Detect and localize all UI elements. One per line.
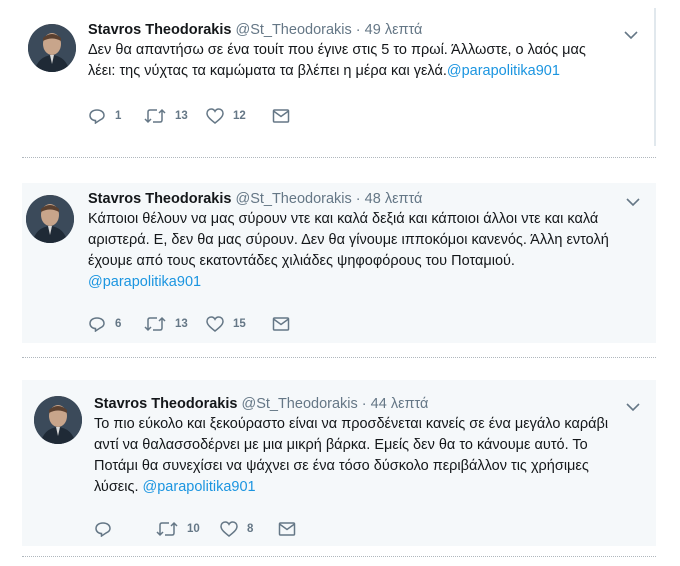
divider <box>22 556 656 557</box>
retweet-icon <box>144 316 166 332</box>
envelope-icon <box>272 109 290 123</box>
tweet-text-line: αντί να θαλασσοδέρνει με μια μικρή βάρκα… <box>94 437 588 453</box>
retweet-button[interactable]: 13 <box>144 106 188 126</box>
tweet-timestamp[interactable]: 44 λεπτά <box>371 396 429 412</box>
tweet-timestamp[interactable]: 49 λεπτά <box>365 22 423 38</box>
like-button[interactable]: 12 <box>206 106 246 126</box>
dm-button[interactable] <box>278 519 296 539</box>
like-button[interactable]: 8 <box>220 519 253 539</box>
tweet-text-line: Ποτάμι θα συνεχίσει να ψάχνει σε ένα τόσ… <box>94 458 589 474</box>
tweet-timestamp[interactable]: 48 λεπτά <box>365 191 423 207</box>
dm-button[interactable] <box>272 314 290 334</box>
like-button[interactable]: 15 <box>206 314 246 334</box>
retweet-button[interactable]: 13 <box>144 314 188 334</box>
tweet-text-line: αριστερά. Ε, δεν θα μας σύρουν. Δεν θα γ… <box>88 232 609 248</box>
author-handle[interactable]: @St_Theodorakis <box>241 396 357 412</box>
separator-dot: · <box>361 396 367 412</box>
tweet-text-line: λέει: της νύχτας τα καμώματα τα βλέπει η… <box>88 63 447 79</box>
reply-count: 6 <box>115 318 122 330</box>
like-count: 8 <box>247 523 254 535</box>
tweet-actions: 1 13 12 <box>88 106 388 126</box>
tweet-actions: 10 8 <box>94 519 394 539</box>
tweet-actions: 6 13 15 <box>88 314 388 334</box>
tweet-text-line: Δεν θα απαντήσω σε ένα τουίτ που έγινε σ… <box>88 42 586 58</box>
retweet-count: 13 <box>175 318 188 330</box>
dm-button[interactable] <box>272 106 290 126</box>
separator-dot: · <box>355 22 361 38</box>
reply-button[interactable]: 1 <box>88 106 121 126</box>
like-count: 12 <box>233 110 246 122</box>
avatar-image <box>34 396 82 444</box>
mention-link[interactable]: @parapolitika901 <box>88 274 201 290</box>
divider <box>22 157 656 158</box>
mention-link[interactable]: @parapolitika901 <box>447 63 560 79</box>
envelope-icon <box>278 522 296 536</box>
tweet-text: Κάποιοι θέλουν να μας σύρουν ντε και καλ… <box>88 209 609 293</box>
author-handle[interactable]: @St_Theodorakis <box>235 191 351 207</box>
tweet-text-line: λύσεις. <box>94 479 139 495</box>
tweet[interactable]: Stavros Theodorakis @St_Theodorakis · 48… <box>22 183 656 343</box>
retweet-icon <box>156 521 178 537</box>
chevron-down-icon[interactable] <box>624 30 638 40</box>
tweet-text-line: έχουμε από τους εκατοντάδες χιλιάδες ψηφ… <box>88 253 515 269</box>
author-name[interactable]: Stavros Theodorakis <box>94 396 237 412</box>
avatar-image <box>28 24 76 72</box>
avatar-image <box>26 195 74 243</box>
tweet-text: Δεν θα απαντήσω σε ένα τουίτ που έγινε σ… <box>88 40 586 82</box>
divider <box>22 357 656 358</box>
retweet-icon <box>144 108 166 124</box>
tweet[interactable]: Stavros Theodorakis @St_Theodorakis · 44… <box>22 380 656 546</box>
mention-link[interactable]: @parapolitika901 <box>143 479 256 495</box>
retweet-button[interactable]: 10 <box>156 519 200 539</box>
reply-button[interactable] <box>94 519 121 539</box>
separator-dot: · <box>355 191 361 207</box>
heart-icon <box>206 316 224 332</box>
envelope-icon <box>272 317 290 331</box>
author-name[interactable]: Stavros Theodorakis <box>88 191 231 207</box>
chevron-down-icon[interactable] <box>626 197 640 207</box>
retweet-count: 13 <box>175 110 188 122</box>
reply-count: 1 <box>115 110 122 122</box>
tweet[interactable]: Stavros Theodorakis @St_Theodorakis · 49… <box>22 8 656 146</box>
retweet-count: 10 <box>187 523 200 535</box>
author-handle[interactable]: @St_Theodorakis <box>235 22 351 38</box>
reply-icon <box>89 109 105 124</box>
avatar[interactable] <box>26 195 74 243</box>
avatar[interactable] <box>34 396 82 444</box>
author-name[interactable]: Stavros Theodorakis <box>88 22 231 38</box>
chevron-down-icon[interactable] <box>626 402 640 412</box>
tweet-text: Το πιο εύκολο και ξεκούραστο είναι να πρ… <box>94 414 608 498</box>
heart-icon <box>220 521 238 537</box>
like-count: 15 <box>233 318 246 330</box>
tweet-text-line: Κάποιοι θέλουν να μας σύρουν ντε και καλ… <box>88 211 599 227</box>
tweet-text-line: Το πιο εύκολο και ξεκούραστο είναι να πρ… <box>94 416 609 432</box>
reply-button[interactable]: 6 <box>88 314 121 334</box>
reply-icon <box>89 317 105 332</box>
reply-icon <box>95 522 111 537</box>
heart-icon <box>206 108 224 124</box>
avatar[interactable] <box>28 24 76 72</box>
